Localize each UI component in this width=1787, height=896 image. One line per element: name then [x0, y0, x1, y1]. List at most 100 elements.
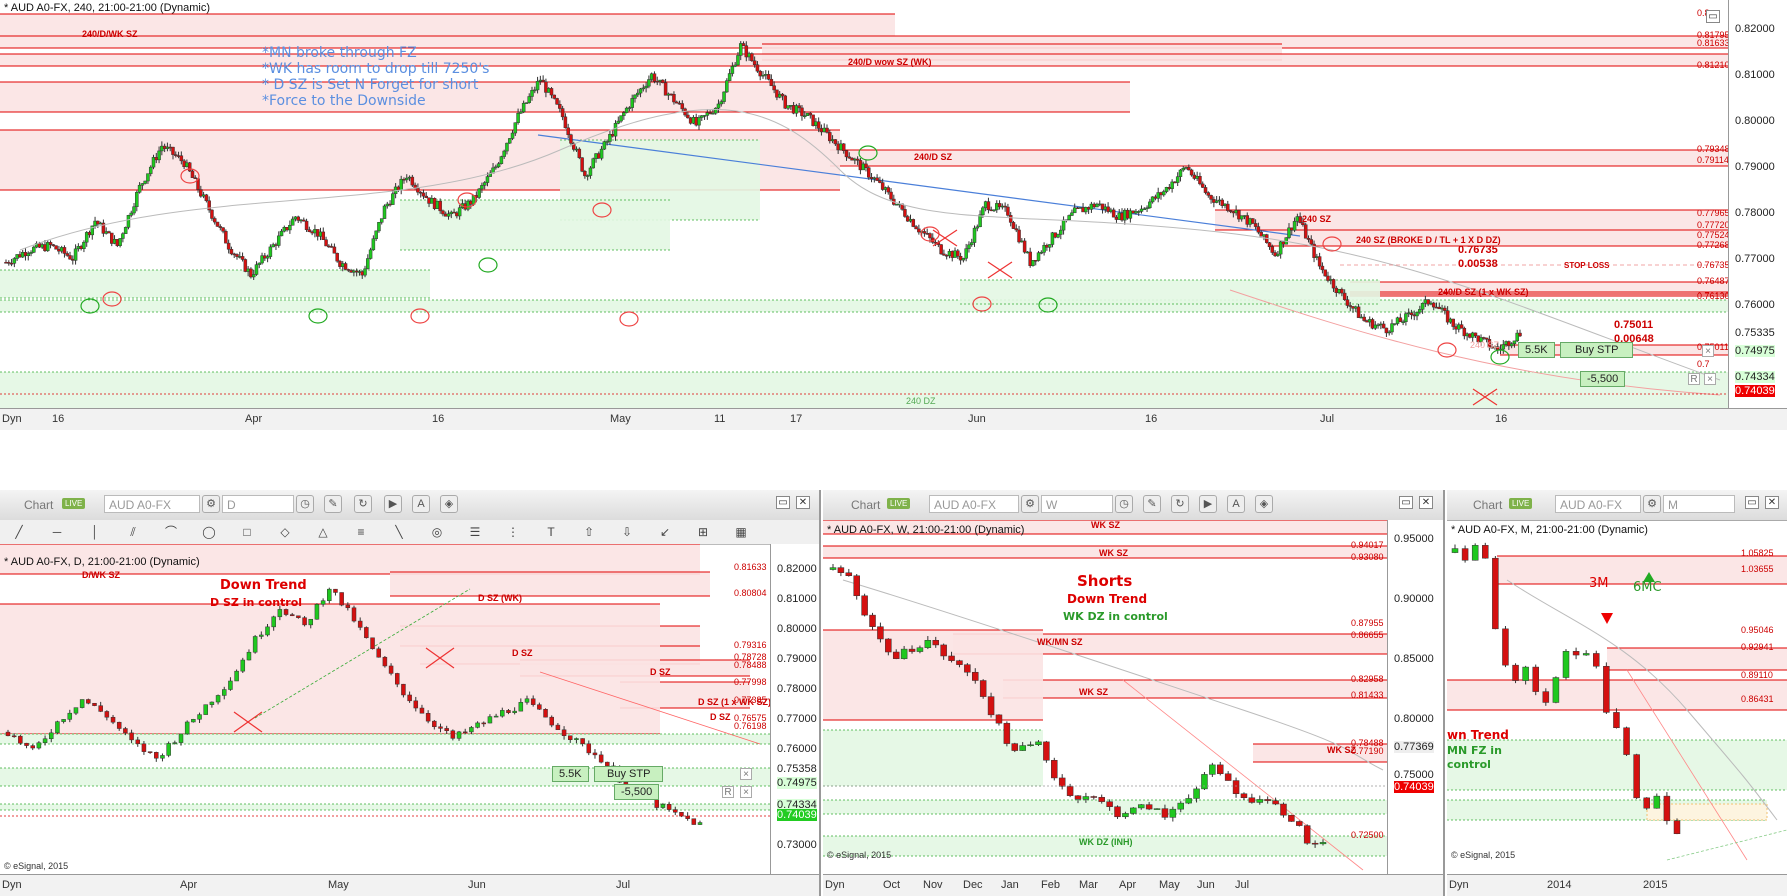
weekly-refresh-icon[interactable]: ↻	[1171, 495, 1189, 513]
line-tool-icon[interactable]: ╱	[10, 524, 28, 540]
fib-tool-icon[interactable]: ≡	[352, 524, 370, 540]
weekly-settings-icon[interactable]: ⚙	[1021, 495, 1039, 513]
weekly-clock-icon[interactable]: ◷	[1115, 495, 1133, 513]
interval-select[interactable]: D	[222, 495, 294, 513]
main-candle	[1256, 226, 1261, 233]
daily-supply-zone-1	[390, 572, 710, 596]
monthly-settings-icon[interactable]: ⚙	[1643, 495, 1661, 513]
main-candle	[1189, 169, 1194, 176]
bars-tool-icon[interactable]: ⋮	[504, 524, 522, 540]
channel-tool-icon[interactable]: ⫽	[124, 524, 142, 540]
daily-time-tick: May	[328, 879, 349, 891]
grid-tool-icon[interactable]: ⊞	[694, 524, 712, 540]
refresh-icon[interactable]: ↻	[354, 495, 372, 513]
daily-trade-pnl[interactable]: -5,500	[614, 784, 660, 800]
weekly-candle	[1201, 774, 1208, 790]
monthly-chart-svg[interactable]	[1447, 520, 1787, 874]
close-position-icon[interactable]: ×	[1704, 373, 1716, 385]
weekly-candle	[979, 680, 987, 697]
daily-candle	[79, 699, 85, 708]
tag-icon[interactable]: ◈	[440, 495, 458, 513]
down-arrow-tool-icon[interactable]: ⇩	[618, 524, 636, 540]
monthly-restore-icon[interactable]: ▭	[1745, 496, 1759, 509]
ellipse-tool-icon[interactable]: ◯	[200, 524, 218, 540]
main-candle	[368, 249, 373, 259]
diamond-tool-icon[interactable]: ◇	[276, 524, 294, 540]
weekly-pencil-icon[interactable]: ✎	[1143, 495, 1161, 513]
arrow-tool-icon[interactable]: ↙	[656, 524, 674, 540]
circle-tool-icon[interactable]: ◎	[428, 524, 446, 540]
settings-icon[interactable]: ⚙	[202, 495, 220, 513]
hline-tool-icon[interactable]: ─	[48, 524, 66, 540]
daily-close-position-icon[interactable]: ×	[740, 786, 752, 798]
weekly-price-axis[interactable]: 0.95000 0.90000 0.85000 0.80000 0.77369 0.750…	[1387, 520, 1443, 874]
text-tool-icon[interactable]: T	[542, 524, 560, 540]
ray-tool-icon[interactable]: ╲	[390, 524, 408, 540]
daily-trade-qty[interactable]: 5.5K	[552, 766, 589, 782]
up-arrow-tool-icon[interactable]: ⇧	[580, 524, 598, 540]
weekly-restore-icon[interactable]: ▭	[1399, 496, 1413, 509]
trade-qty-box[interactable]: 5.5K	[1518, 342, 1555, 358]
weekly-alert-icon[interactable]: A	[1227, 495, 1245, 513]
monthly-close-icon[interactable]: ✕	[1765, 496, 1779, 509]
main-candle	[1418, 309, 1422, 313]
daily-candle	[524, 698, 530, 703]
weekly-close-icon[interactable]: ✕	[1419, 496, 1433, 509]
weekly-plot-area[interactable]: * AUD A0-FX, W, 21:00-21:00 (Dynamic) Sh…	[823, 520, 1387, 874]
trade-pnl-box[interactable]: -5,500	[1580, 371, 1626, 387]
daily-restore-icon[interactable]: ▭	[776, 496, 790, 509]
daily-level-label: 0.77998	[734, 677, 767, 687]
weekly-tag-icon[interactable]: ◈	[1255, 495, 1273, 513]
daily-plot-area[interactable]: * AUD A0-FX, D, 21:00-21:00 (Dynamic) Do…	[0, 544, 770, 874]
daily-price-tick: 0.80000	[777, 623, 817, 635]
main-window-restore-icon[interactable]: ▭	[1706, 10, 1720, 23]
more-tool-icon[interactable]: ▦	[732, 524, 750, 540]
symbol-select[interactable]: AUD A0-FX	[104, 495, 200, 513]
weekly-dyn-label: Dyn	[825, 879, 845, 891]
main-candle	[1070, 212, 1074, 216]
main-time-axis[interactable]: Dyn 16 Apr 16 May 11 17 Jun 16 Jul 16	[0, 408, 1787, 430]
daily-chart-svg[interactable]	[0, 544, 770, 874]
daily-close-order-icon[interactable]: ×	[740, 768, 752, 780]
daily-reverse-icon[interactable]: R	[722, 786, 734, 798]
arc-tool-icon[interactable]: ⌒	[162, 524, 180, 540]
monthly-time-axis[interactable]: Dyn 2014 2015	[1447, 874, 1787, 896]
weekly-play-icon[interactable]: ▶	[1199, 495, 1217, 513]
zone-label-240-d-wk-sz: 240/D/WK SZ	[82, 29, 138, 39]
alert-icon[interactable]: A	[412, 495, 430, 513]
daily-buy-stop[interactable]: Buy STP	[594, 766, 664, 782]
daily-zone-label-3: D SZ	[650, 667, 671, 677]
monthly-symbol-select[interactable]: AUD A0-FX	[1555, 495, 1641, 513]
main-price-axis[interactable]: 0.82000 0.81000 0.80000 0.79000 0.78000 0.770…	[1728, 0, 1787, 408]
vline-tool-icon[interactable]: │	[86, 524, 104, 540]
close-order-icon[interactable]: ×	[1702, 345, 1714, 357]
reverse-order-icon[interactable]: R	[1688, 373, 1700, 385]
play-icon[interactable]: ▶	[384, 495, 402, 513]
buy-stop-order[interactable]: Buy STP	[1560, 342, 1634, 358]
main-candle	[477, 188, 481, 198]
main-candle	[716, 103, 721, 109]
monthly-interval-select[interactable]: M	[1663, 495, 1735, 513]
weekly-time-axis[interactable]: Dyn Oct Nov Dec Jan Feb Mar Apr May Jun Jul	[823, 874, 1443, 896]
daily-close-icon[interactable]: ✕	[796, 496, 810, 509]
monthly-plot-area[interactable]: * AUD A0-FX, M, 21:00-21:00 (Dynamic) 3M…	[1447, 520, 1787, 874]
zone-label-240-dz: 240 DZ	[906, 396, 936, 406]
pencil-icon[interactable]: ✎	[324, 495, 342, 513]
monthly-candle	[1532, 666, 1539, 692]
rectangle-tool-icon[interactable]: □	[238, 524, 256, 540]
daily-candle	[685, 815, 690, 819]
daily-candle	[178, 733, 184, 743]
daily-time-axis[interactable]: Dyn Apr May Jun Jul	[0, 874, 819, 896]
clock-icon[interactable]: ◷	[296, 495, 314, 513]
list-tool-icon[interactable]: ☰	[466, 524, 484, 540]
triangle-tool-icon[interactable]: △	[314, 524, 332, 540]
main-swing-circle	[478, 257, 498, 273]
weekly-time-tick: Jan	[1001, 879, 1019, 891]
weekly-candle	[1114, 806, 1121, 818]
weekly-candle	[1264, 799, 1271, 801]
weekly-symbol-select[interactable]: AUD A0-FX	[929, 495, 1019, 513]
main-candle	[332, 246, 337, 254]
main-plot-area[interactable]: * AUD A0-FX, 240, 21:00-21:00 (Dynamic) …	[0, 0, 1728, 408]
weekly-interval-select[interactable]: W	[1041, 495, 1113, 513]
daily-price-axis[interactable]: 0.82000 0.81000 0.80000 0.79000 0.78000 0.770…	[770, 544, 819, 874]
